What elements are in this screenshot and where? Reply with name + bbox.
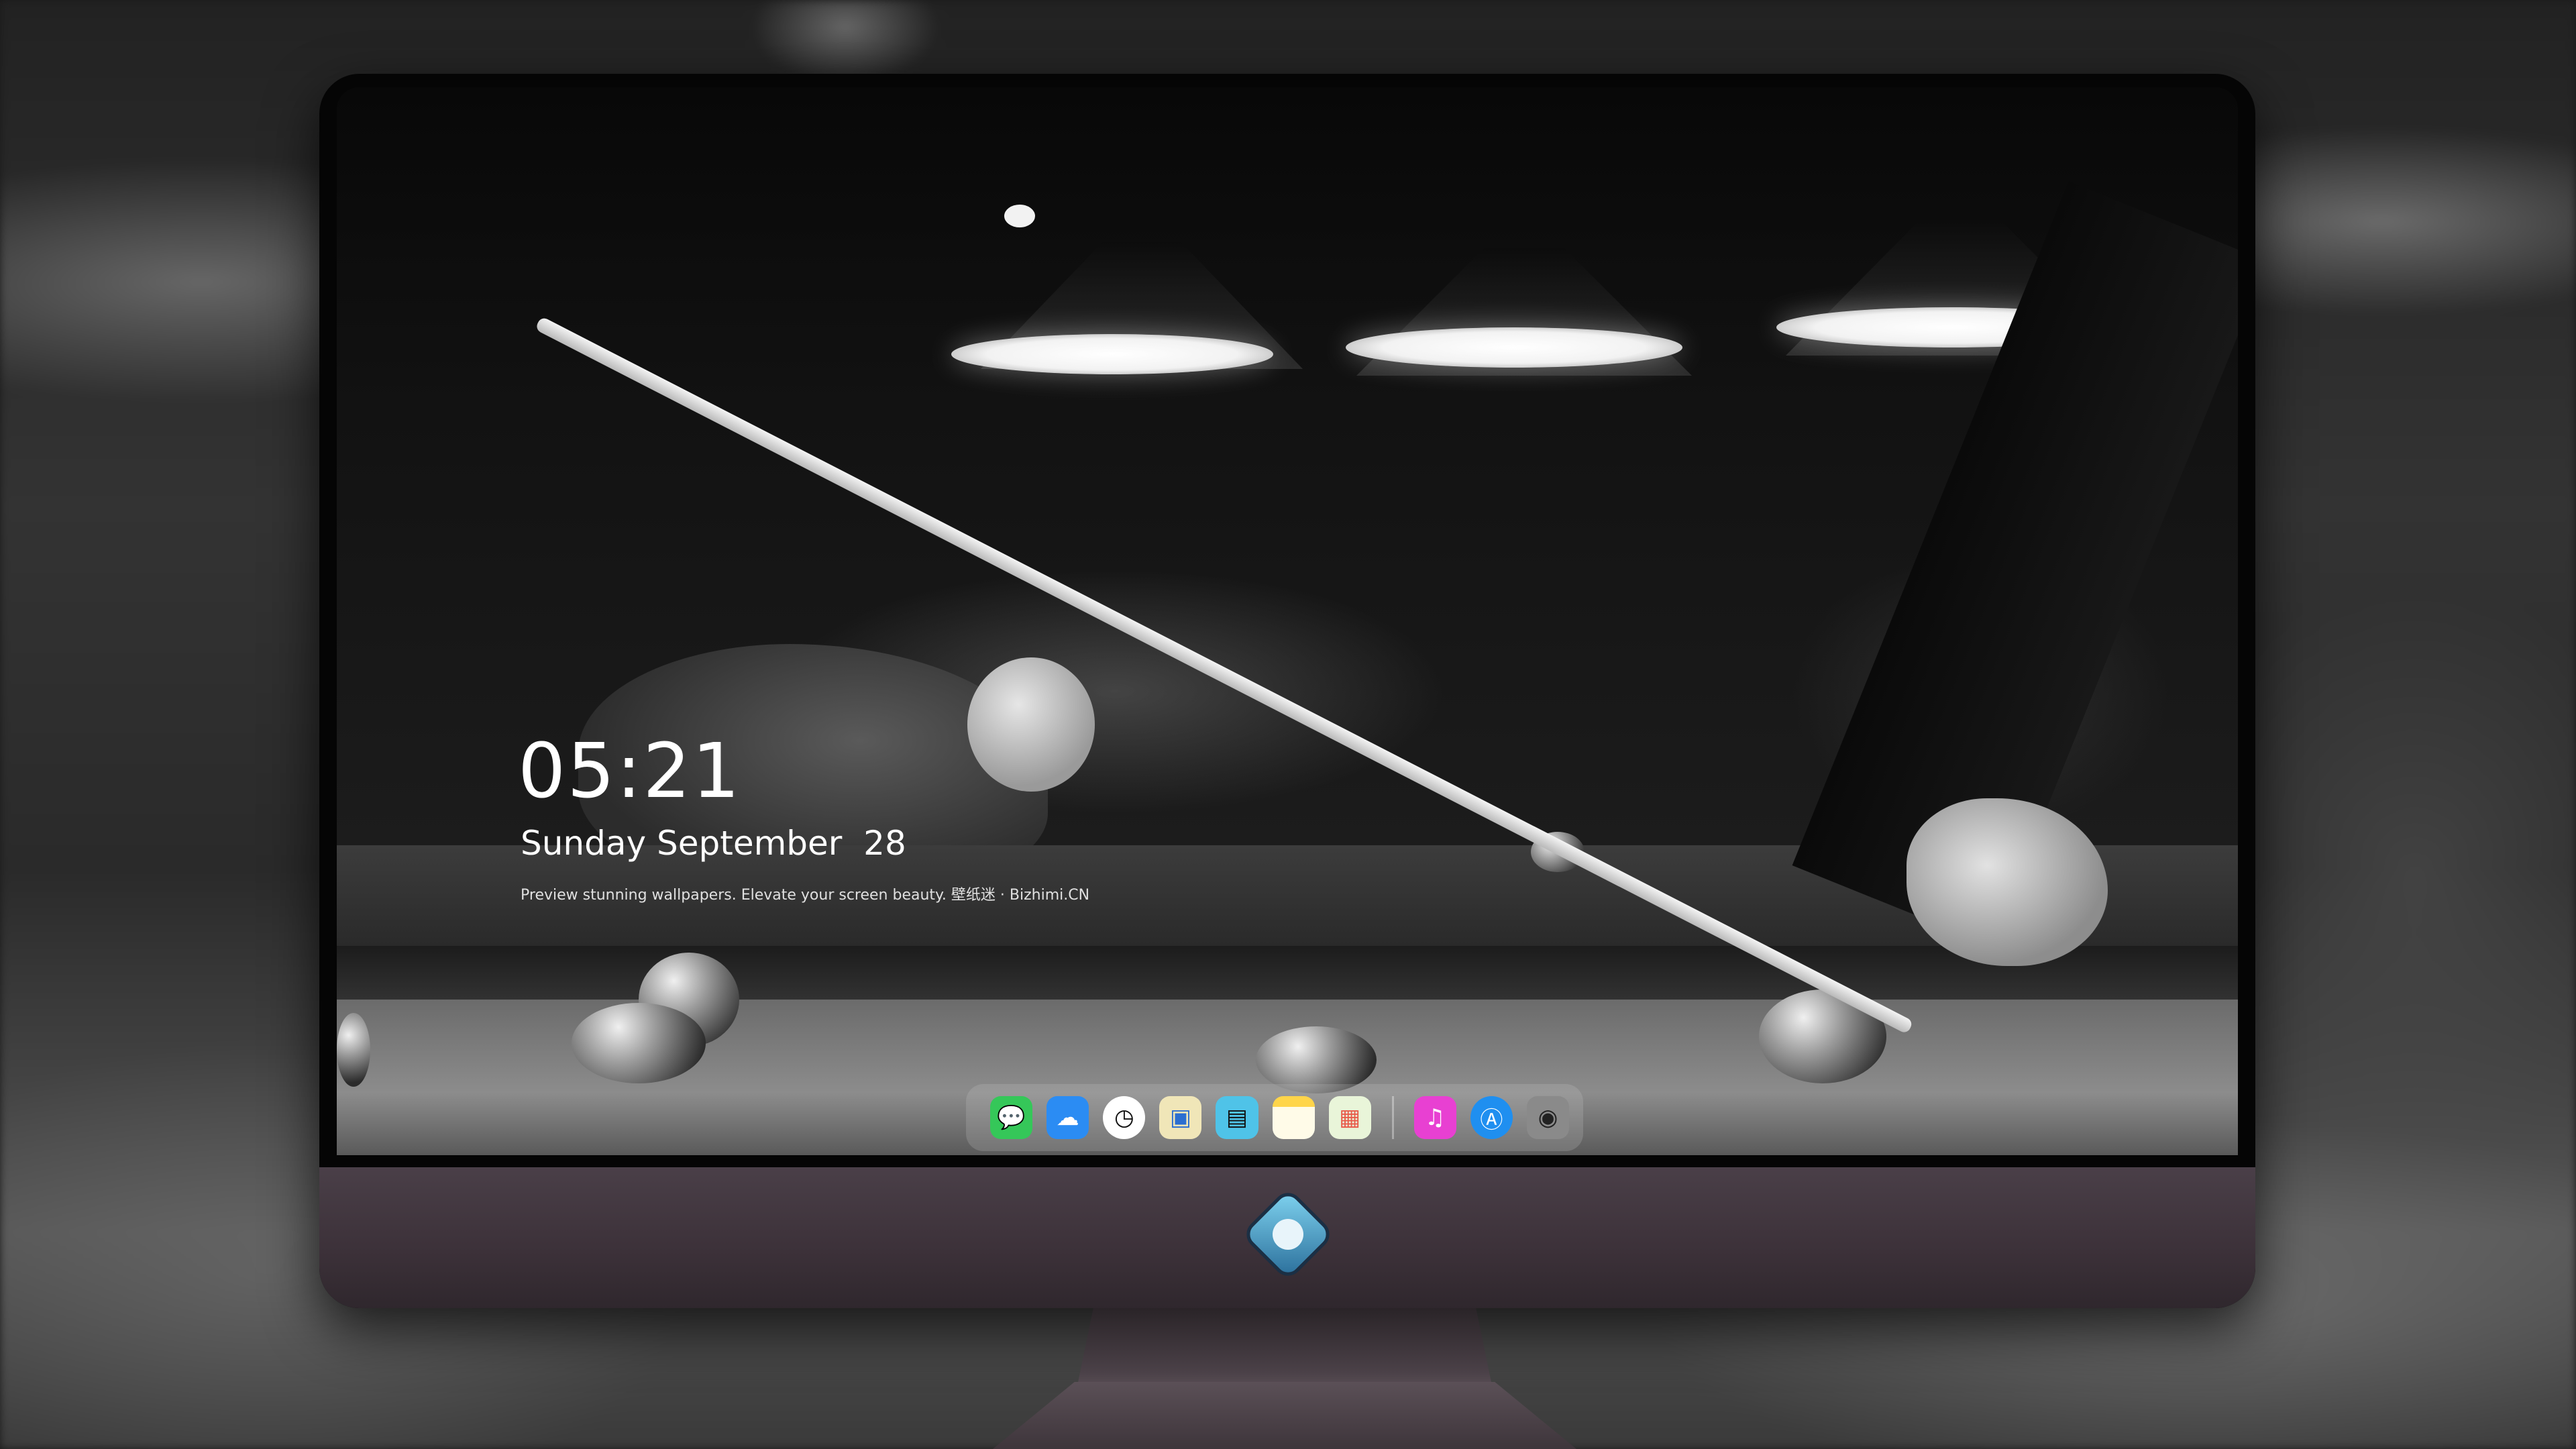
clock-icon[interactable]: ◷ bbox=[1103, 1096, 1146, 1139]
lock-screen: 05:21 Sunday September 28 Preview stunni… bbox=[337, 87, 2238, 1155]
music-icon[interactable]: ♫ bbox=[1413, 1096, 1456, 1139]
dock-separator bbox=[1391, 1096, 1394, 1139]
wallpaper-tagline: Preview stunning wallpapers. Elevate you… bbox=[521, 887, 1090, 904]
billiard-ball bbox=[572, 1003, 706, 1083]
app-store-icon[interactable]: Ⓐ bbox=[1470, 1096, 1513, 1139]
player-head bbox=[967, 657, 1095, 792]
lock-screen-date: Sunday September 28 bbox=[521, 824, 906, 863]
lamp-light-left bbox=[951, 334, 1273, 374]
weather-icon[interactable]: ☁ bbox=[1046, 1096, 1089, 1139]
preview-icon[interactable]: ▣ bbox=[1159, 1096, 1202, 1139]
monitor-stand-base bbox=[993, 1382, 1576, 1449]
notes-icon[interactable] bbox=[1272, 1096, 1315, 1139]
lock-screen-clock: 05:21 bbox=[518, 728, 741, 815]
lamp-light-middle bbox=[1346, 327, 1682, 368]
camera-icon[interactable]: ◉ bbox=[1526, 1096, 1570, 1139]
ceiling-light-dot bbox=[1004, 205, 1035, 227]
messages-icon[interactable]: 💬 bbox=[990, 1096, 1033, 1139]
photos-icon[interactable]: ▦ bbox=[1328, 1096, 1371, 1139]
billiard-ball bbox=[337, 1013, 370, 1087]
dock: 💬 ☁ ◷ ▣ ▤ ▦ ♫ Ⓐ ◉ bbox=[966, 1084, 1583, 1151]
monitor-stand-neck bbox=[1077, 1308, 1493, 1389]
claquette-icon[interactable]: ▤ bbox=[1216, 1096, 1258, 1139]
billiard-ball bbox=[1256, 1026, 1377, 1093]
